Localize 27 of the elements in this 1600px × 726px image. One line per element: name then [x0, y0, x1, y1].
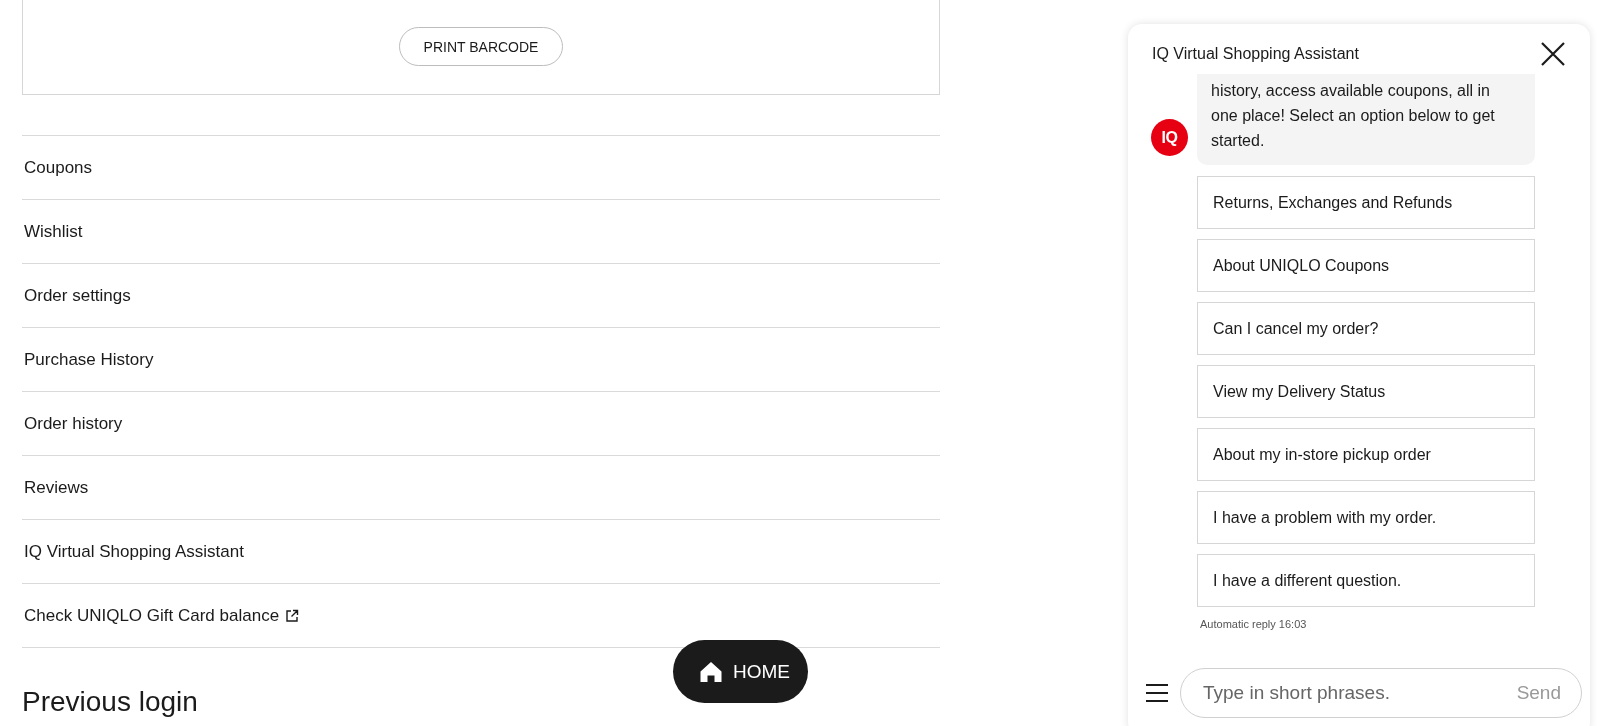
print-barcode-button[interactable]: PRINT BARCODE — [398, 27, 564, 66]
assistant-avatar: IQ — [1151, 119, 1188, 156]
close-button[interactable] — [1540, 41, 1566, 67]
option-button[interactable]: Can I cancel my order? — [1197, 302, 1535, 355]
menu-link[interactable]: Purchase History — [24, 349, 154, 370]
option-button[interactable]: About my in-store pickup order — [1197, 428, 1535, 481]
close-icon — [1540, 41, 1566, 67]
menu-button[interactable] — [1146, 682, 1168, 704]
chat-title: IQ Virtual Shopping Assistant — [1152, 45, 1359, 63]
menu-link[interactable]: Reviews — [24, 477, 89, 498]
menu-icon — [1146, 682, 1168, 704]
option-button[interactable]: View my Delivery Status — [1197, 365, 1535, 418]
option-button[interactable]: Returns, Exchanges and Refunds — [1197, 176, 1535, 229]
menu-link[interactable]: IQ Virtual Shopping Assistant — [24, 541, 244, 562]
menu-link[interactable]: Order history — [24, 413, 123, 434]
message-bubble: history, access available coupons, all in one place! Select an option below to get started. — [1197, 74, 1535, 165]
menu-link[interactable]: Coupons — [24, 157, 93, 178]
option-button[interactable]: I have a problem with my order. — [1197, 491, 1535, 544]
menu-link[interactable]: Order settings — [24, 285, 131, 306]
option-button[interactable]: I have a different question. — [1197, 554, 1535, 607]
option-button[interactable]: About UNIQLO Coupons — [1197, 239, 1535, 292]
home-icon — [699, 659, 723, 684]
timestamp: Automatic reply 16:03 — [1200, 618, 1308, 630]
menu-link[interactable]: Check UNIQLO Gift Card balance — [24, 605, 300, 626]
menu-link[interactable]: Wishlist — [24, 221, 83, 242]
section-heading: Previous login — [22, 686, 199, 718]
home-button[interactable]: HOME — [673, 640, 808, 703]
